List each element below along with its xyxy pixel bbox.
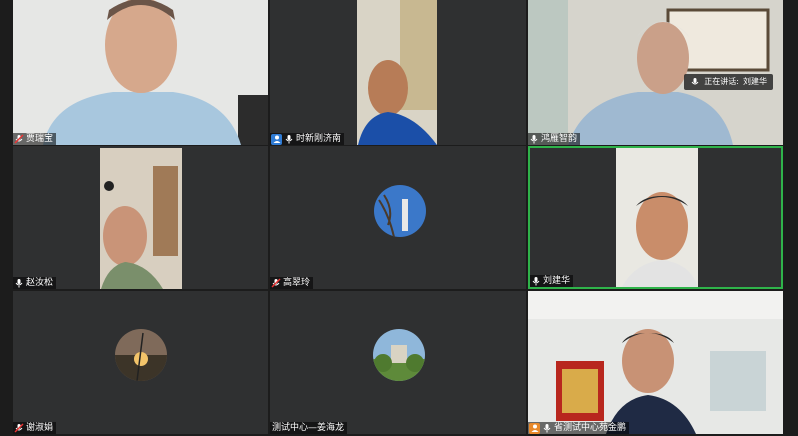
participant-video [528,0,783,145]
avatar [115,329,167,381]
video-tile-2[interactable]: 时新刚济南 [270,0,526,145]
avatar [374,185,426,237]
video-tile-8[interactable]: 测试中心—姜海龙 [270,291,526,434]
avatar [373,329,425,381]
mic-muted-icon [14,134,24,144]
participant-video [530,148,781,287]
speaking-label: 正在讲话: [704,77,739,86]
participant-name: 省测试中心苑金鹏 [554,423,627,433]
participant-video [270,0,526,145]
participant-name: 鸿雁智韵 [541,134,578,144]
participant-name-tag: 高翠玲 [270,277,314,289]
video-tile-7[interactable]: 谢淑娟 [13,291,268,434]
participant-name: 谢淑娟 [26,423,54,433]
participant-name: 测试中心—姜海龙 [272,423,345,433]
mic-icon [14,278,24,288]
video-tile-3[interactable]: 正在讲话: 刘建华 鸿雁智韵 [528,0,783,145]
video-tile-1[interactable]: 贾瑞宝 [13,0,268,145]
mic-icon [690,77,700,87]
video-tile-5[interactable]: 高翠玲 [270,146,526,289]
speaking-banner: 正在讲话: 刘建华 [684,74,773,90]
participant-name: 贾瑞宝 [26,134,54,144]
participant-name: 高翠玲 [283,278,311,288]
mic-icon [284,134,294,144]
avatar-image [374,185,426,237]
participant-video [13,146,268,289]
video-tile-9[interactable]: 省测试中心苑金鹏 [528,291,783,434]
speaking-name: 刘建华 [743,77,767,86]
video-tile-4[interactable]: 赵汝松 [13,146,268,289]
participant-name-tag: 赵汝松 [13,277,57,289]
participant-name-tag: 贾瑞宝 [13,133,57,145]
participant-name: 刘建华 [543,276,571,286]
mic-icon [529,134,539,144]
mic-icon [542,423,552,433]
participant-name: 时新刚济南 [296,134,342,144]
participant-name-tag: 测试中心—姜海龙 [270,422,348,434]
participant-video [528,291,783,434]
host-icon [529,422,540,434]
mic-muted-icon [14,423,24,433]
participant-name-tag: 刘建华 [530,275,574,287]
mic-muted-icon [271,278,281,288]
participant-name: 赵汝松 [26,278,54,288]
video-tile-6[interactable]: 刘建华 [528,146,783,289]
participant-name-tag: 省测试中心苑金鹏 [528,422,630,434]
participant-name-tag: 时新刚济南 [270,133,345,145]
participant-name-tag: 谢淑娟 [13,422,57,434]
avatar-image [373,329,425,381]
participant-name-tag: 鸿雁智韵 [528,133,581,145]
host-icon [271,133,282,145]
mic-icon [531,276,541,286]
avatar-image [115,329,167,381]
participant-video [13,0,268,145]
